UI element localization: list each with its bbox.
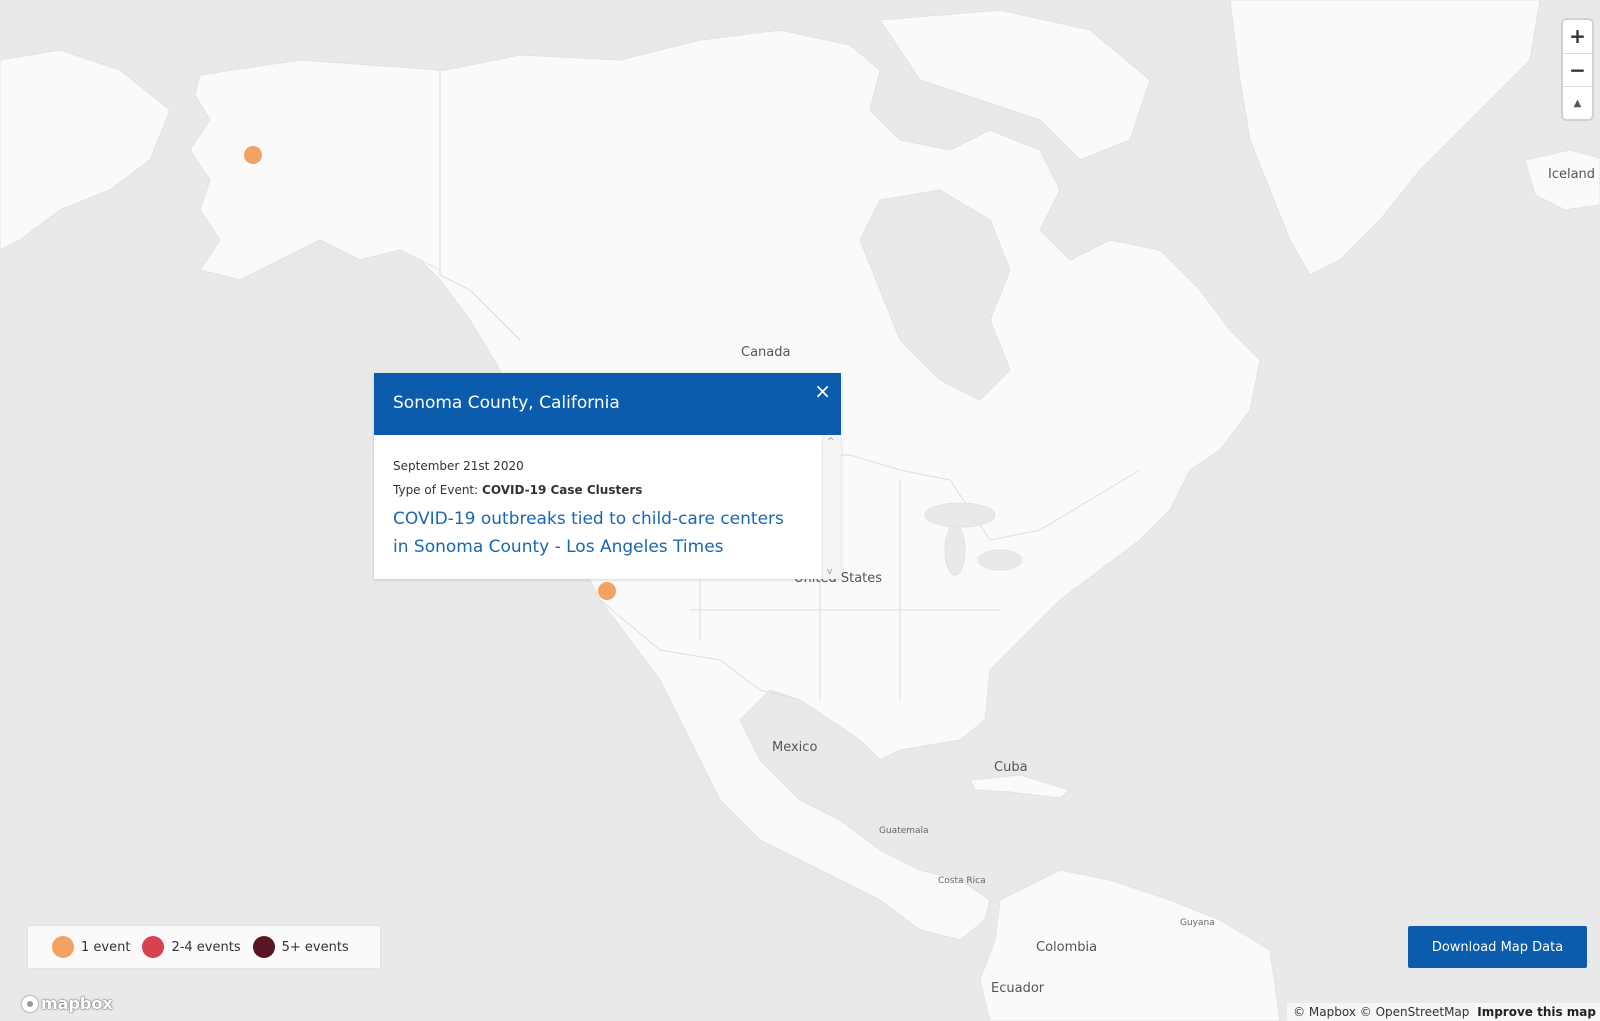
popup-scrollbar[interactable]: ^ v: [822, 435, 841, 579]
scroll-down-icon[interactable]: v: [827, 567, 832, 577]
legend-item-1-event: 1 event: [52, 936, 130, 958]
legend-label: 1 event: [81, 939, 131, 955]
improve-map-link[interactable]: Improve this map: [1477, 1005, 1596, 1019]
mapbox-logo[interactable]: mapbox: [22, 994, 113, 1013]
scroll-up-icon[interactable]: ^: [827, 437, 835, 447]
label-colombia: Colombia: [1036, 940, 1098, 955]
mapbox-logo-text: mapbox: [41, 994, 113, 1013]
attribution-text: © Mapbox © OpenStreetMap: [1293, 1005, 1470, 1019]
map-legend: 1 event 2-4 events 5+ events: [28, 926, 380, 968]
label-cuba: Cuba: [994, 760, 1028, 775]
label-canada: Canada: [741, 345, 791, 360]
label-mexico: Mexico: [772, 740, 818, 755]
legend-dot-2-4-events: [142, 936, 165, 958]
event-date: September 21st 2020: [393, 459, 524, 473]
legend-dot-5-plus-events: [252, 936, 275, 958]
label-guyana: Guyana: [1180, 918, 1215, 928]
compass-icon: ▲: [1573, 98, 1582, 109]
popup-body: September 21st 2020 Type of Event: COVID…: [374, 435, 841, 579]
download-map-data-button[interactable]: Download Map Data: [1408, 926, 1587, 968]
legend-label: 2-4 events: [171, 939, 241, 955]
label-costa-rica: Costa Rica: [938, 876, 986, 886]
label-ecuador: Ecuador: [991, 981, 1045, 996]
event-marker-sonoma[interactable]: [598, 582, 616, 600]
legend-dot-1-event: [52, 936, 74, 958]
event-type-label: Type of Event:: [393, 483, 479, 497]
legend-label: 5+ events: [281, 939, 349, 955]
article-link[interactable]: COVID-19 outbreaks tied to child-care ce…: [393, 505, 803, 561]
mapbox-logo-icon: [22, 995, 38, 1012]
event-type-value: COVID-19 Case Clusters: [482, 483, 643, 497]
map-attribution: © Mapbox © OpenStreetMap Improve this ma…: [1287, 1003, 1600, 1021]
compass-button[interactable]: ▲: [1563, 86, 1592, 119]
label-guatemala: Guatemala: [879, 826, 929, 836]
zoom-in-button[interactable]: +: [1563, 20, 1592, 53]
zoom-out-button[interactable]: −: [1563, 53, 1592, 86]
event-popup: Sonoma County, California × September 21…: [374, 373, 841, 579]
legend-item-5-plus-events: 5+ events: [252, 936, 349, 958]
event-marker-alaska[interactable]: [244, 146, 262, 164]
popup-header: Sonoma County, California ×: [374, 373, 841, 435]
popup-title: Sonoma County, California: [393, 393, 620, 413]
event-type: Type of Event: COVID-19 Case Clusters: [393, 483, 642, 497]
label-iceland: Iceland: [1548, 167, 1596, 182]
close-icon[interactable]: ×: [814, 381, 831, 401]
zoom-control: + − ▲: [1563, 20, 1592, 119]
legend-item-2-4-events: 2-4 events: [142, 936, 241, 958]
